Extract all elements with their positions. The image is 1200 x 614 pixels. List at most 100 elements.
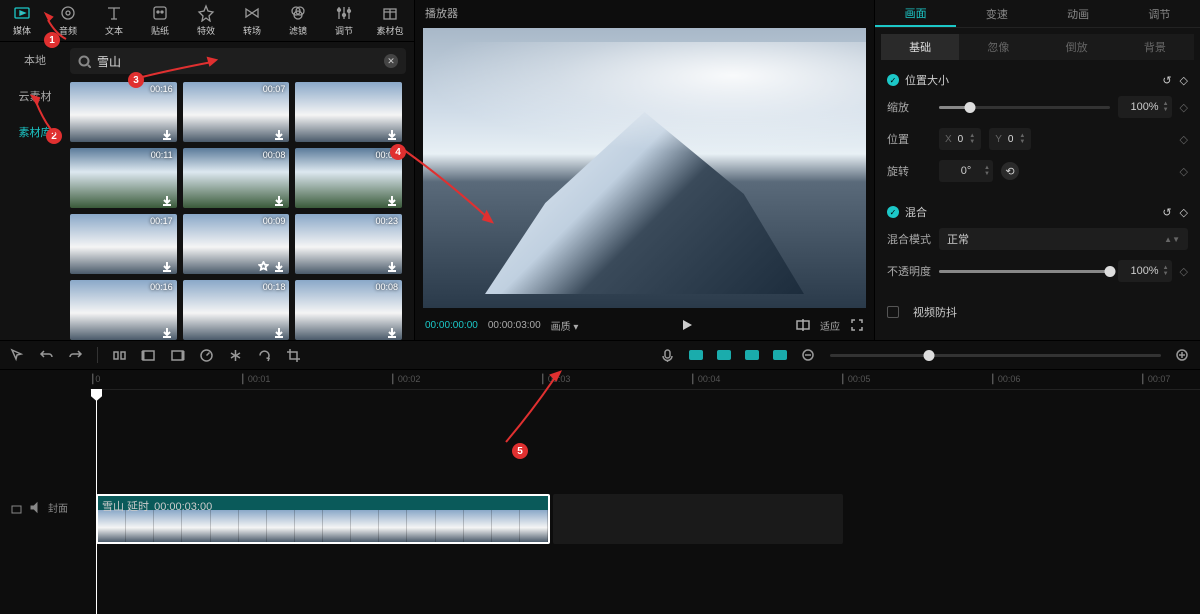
prop-tab[interactable]: 动画 xyxy=(1038,0,1119,27)
side-tab[interactable]: 本地 xyxy=(6,45,64,75)
ruler-tick: ┃ 00:02 xyxy=(390,374,420,385)
prop-subtab[interactable]: 背景 xyxy=(1116,34,1194,60)
prop-tab[interactable]: 画面 xyxy=(875,0,956,27)
timeline-toolbar xyxy=(0,340,1200,370)
fullscreen-icon[interactable] xyxy=(850,318,864,332)
pos-size-checkbox[interactable]: ✓ xyxy=(887,74,899,86)
rotation-value[interactable]: 0°▲▼ xyxy=(939,160,993,182)
ruler-tick: ┃ 00:07 xyxy=(1140,374,1170,385)
material-thumb[interactable]: 00:16 xyxy=(70,280,177,340)
material-thumb[interactable]: 00:23 xyxy=(295,214,402,274)
material-thumb[interactable]: 00:18 xyxy=(183,280,290,340)
ruler-tick: ┃ 00:05 xyxy=(840,374,870,385)
prop-subtab[interactable]: 忽像 xyxy=(959,34,1037,60)
search-icon xyxy=(78,55,91,68)
compare-icon[interactable] xyxy=(796,318,810,332)
material-thumb[interactable] xyxy=(295,82,402,142)
clear-search-icon[interactable]: ✕ xyxy=(384,54,398,68)
top-tab-adjust[interactable]: 调节 xyxy=(330,0,358,41)
keyframe-icon[interactable]: ◇ xyxy=(1180,74,1188,87)
lock-icon[interactable] xyxy=(10,501,23,514)
ruler-tick: ┃ 00:01 xyxy=(240,374,270,385)
opacity-slider[interactable] xyxy=(939,270,1110,273)
adapt-button[interactable]: 适应 xyxy=(820,318,840,333)
player-viewport[interactable] xyxy=(423,28,866,308)
playhead[interactable] xyxy=(96,390,97,614)
select-tool-icon[interactable] xyxy=(10,348,25,363)
position-y-input[interactable]: Y0▲▼ xyxy=(989,128,1031,150)
top-tab-audio[interactable]: 音频 xyxy=(54,0,82,41)
prop-subtab[interactable]: 倒放 xyxy=(1038,34,1116,60)
prop-tab[interactable]: 变速 xyxy=(956,0,1037,27)
empty-track-slot[interactable] xyxy=(553,494,843,544)
blend-mode-label: 混合模式 xyxy=(887,231,931,247)
material-thumb[interactable]: 00:09 xyxy=(183,214,290,274)
position-label: 位置 xyxy=(887,131,931,147)
play-button[interactable] xyxy=(680,318,694,332)
material-thumb[interactable]: 00:17 xyxy=(70,214,177,274)
material-thumb[interactable]: 00:08 xyxy=(295,280,402,340)
zoom-out-icon[interactable] xyxy=(801,348,816,363)
zoom-in-icon[interactable] xyxy=(1175,348,1190,363)
position-x-input[interactable]: X0▲▼ xyxy=(939,128,981,150)
top-tab-filter[interactable]: 滤镜 xyxy=(284,0,312,41)
scale-slider[interactable] xyxy=(939,106,1110,109)
rotation-reset-icon[interactable]: ⟲ xyxy=(1001,162,1019,180)
blend-checkbox[interactable]: ✓ xyxy=(887,206,899,218)
blend-title: 混合 xyxy=(905,204,1162,220)
opacity-value[interactable]: 100%▲▼ xyxy=(1118,260,1172,282)
material-thumb[interactable]: 00:11 xyxy=(70,148,177,208)
top-tab-effect[interactable]: 特效 xyxy=(192,0,220,41)
side-tab[interactable]: 云素材 xyxy=(6,81,64,111)
side-tabs: 本地云素材素材库 xyxy=(0,42,70,340)
delete-left-icon[interactable] xyxy=(141,348,156,363)
delete-right-icon[interactable] xyxy=(170,348,185,363)
pos-size-title: 位置大小 xyxy=(905,72,1162,88)
blend-mode-select[interactable]: 正常▲▼ xyxy=(939,228,1188,250)
rotate-icon[interactable] xyxy=(257,348,272,363)
current-time: 00:00:00:00 xyxy=(425,320,478,331)
top-tab-pack[interactable]: 素材包 xyxy=(376,0,404,41)
mic-icon[interactable] xyxy=(660,348,675,363)
mute-icon[interactable] xyxy=(29,501,42,514)
marker-icon-1[interactable] xyxy=(689,350,703,360)
keyframe-icon[interactable]: ◇ xyxy=(1180,206,1188,219)
quality-dropdown[interactable]: 画质 ▾ xyxy=(551,318,579,333)
top-tab-transition[interactable]: 转场 xyxy=(238,0,266,41)
marker-icon-4[interactable] xyxy=(773,350,787,360)
material-thumb[interactable]: 00:07 xyxy=(183,82,290,142)
top-tab-text[interactable]: 文本 xyxy=(100,0,128,41)
player-title: 播放器 xyxy=(415,0,874,26)
zoom-slider[interactable] xyxy=(830,354,1161,357)
property-tabs: 画面变速动画调节 xyxy=(875,0,1200,28)
top-tabs: 媒体音频文本贴纸特效转场滤镜调节素材包 xyxy=(0,0,414,42)
material-thumb[interactable]: 00:08 xyxy=(183,148,290,208)
search-input[interactable] xyxy=(97,54,384,68)
split-icon[interactable] xyxy=(112,348,127,363)
reset-icon[interactable]: ↺ xyxy=(1162,206,1171,219)
marker-icon-3[interactable] xyxy=(745,350,759,360)
stabilize-checkbox[interactable] xyxy=(887,306,899,318)
top-tab-sticker[interactable]: 贴纸 xyxy=(146,0,174,41)
material-thumb[interactable]: 00:16 xyxy=(70,82,177,142)
prop-subtab[interactable]: 基础 xyxy=(881,34,959,60)
speed-icon[interactable] xyxy=(199,348,214,363)
side-tab[interactable]: 素材库 xyxy=(6,117,64,147)
timeline[interactable]: ┃0┃ 00:01┃ 00:02┃ 00:03┃ 00:04┃ 00:05┃ 0… xyxy=(0,370,1200,614)
crop-icon[interactable] xyxy=(286,348,301,363)
mirror-icon[interactable] xyxy=(228,348,243,363)
scale-value[interactable]: 100%▲▼ xyxy=(1118,96,1172,118)
reset-icon[interactable]: ↺ xyxy=(1162,74,1171,87)
redo-icon[interactable] xyxy=(68,348,83,363)
undo-icon[interactable] xyxy=(39,348,54,363)
total-duration: 00:00:03:00 xyxy=(488,320,541,331)
cover-label[interactable]: 封面 xyxy=(48,500,68,515)
timeline-ruler[interactable]: ┃0┃ 00:01┃ 00:02┃ 00:03┃ 00:04┃ 00:05┃ 0… xyxy=(90,370,1200,390)
search-box[interactable]: ✕ xyxy=(70,48,406,74)
property-subtabs: 基础忽像倒放背景 xyxy=(881,34,1194,60)
material-thumb[interactable]: 00:07 xyxy=(295,148,402,208)
prop-tab[interactable]: 调节 xyxy=(1119,0,1200,27)
timeline-clip[interactable]: 雪山 延时 00:00:03:00 xyxy=(96,494,550,544)
top-tab-media[interactable]: 媒体 xyxy=(8,0,36,41)
marker-icon-2[interactable] xyxy=(717,350,731,360)
